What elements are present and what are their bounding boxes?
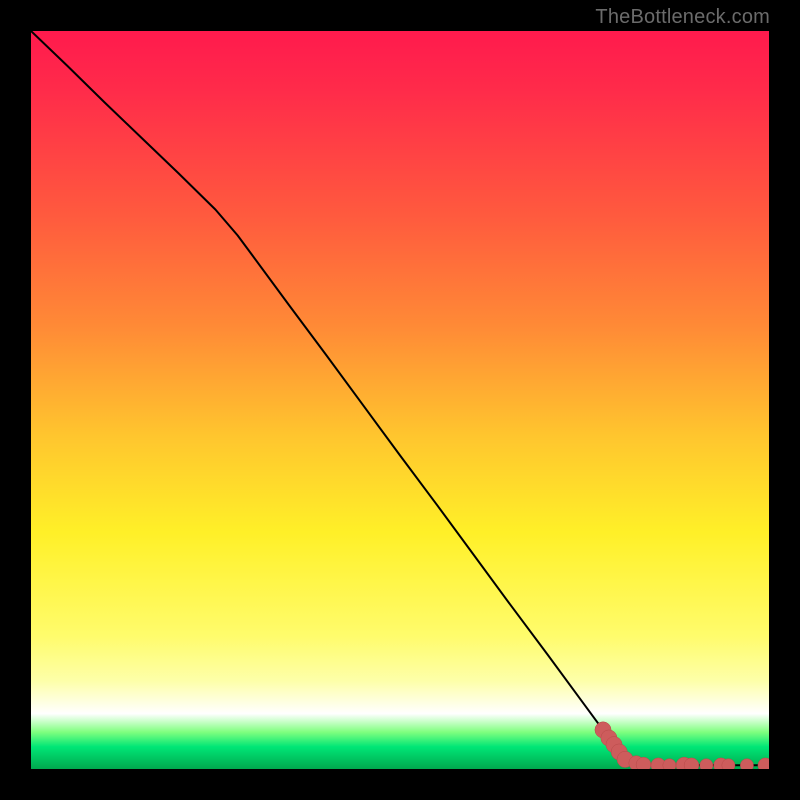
marker-group <box>595 722 769 769</box>
data-marker <box>758 758 769 769</box>
plot-area <box>31 31 769 769</box>
curve-line <box>31 31 769 765</box>
data-marker <box>663 759 676 769</box>
watermark-text: TheBottleneck.com <box>595 6 770 29</box>
data-marker <box>722 759 735 769</box>
data-marker <box>740 759 753 769</box>
data-marker <box>700 759 713 769</box>
chart-stage: TheBottleneck.com <box>0 0 800 800</box>
chart-overlay <box>31 31 769 769</box>
